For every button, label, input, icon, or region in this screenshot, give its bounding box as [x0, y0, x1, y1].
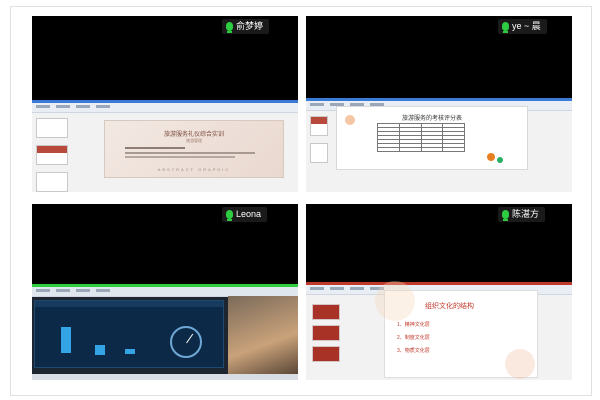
shared-screen: 组织文化的结构 1、精神文化层 2、制度文化层 3、物质文化层	[306, 281, 572, 380]
participant-tile-3[interactable]: Leona	[32, 204, 298, 380]
participant-name: ye ~ 晨	[512, 21, 541, 31]
participant-name: Leona	[236, 209, 262, 219]
slide-thumbnails	[36, 118, 68, 192]
chart-bar	[125, 349, 135, 354]
slide-item: 2、制度文化层	[397, 335, 430, 341]
microphone-icon	[226, 210, 233, 221]
dashboard-window	[34, 300, 224, 368]
microphone-icon	[502, 22, 509, 33]
participant-name-tag: 陈湛方	[498, 207, 546, 222]
decoration	[487, 153, 495, 161]
participant-name: 俞梦婷	[236, 21, 264, 31]
participant-tile-2[interactable]: ye ~ 晨 旅游服务的考核评分表	[306, 16, 572, 192]
participant-tile-1[interactable]: 俞梦婷 旅游服务礼仪综合实训 旅游管理 ABSTRACT GRAPHIC	[32, 16, 298, 192]
shared-screen	[32, 284, 298, 380]
slide-item: 1、精神文化层	[397, 322, 430, 328]
slide-thumb[interactable]	[36, 118, 68, 138]
slide-item: 3、物质文化层	[397, 348, 430, 354]
slide-canvas: 组织文化的结构 1、精神文化层 2、制度文化层 3、物质文化层	[375, 281, 538, 379]
slide-thumbnails	[312, 304, 340, 362]
slide-canvas: 旅游服务礼仪综合实训 旅游管理 ABSTRACT GRAPHIC	[104, 120, 284, 178]
chart-bar	[95, 345, 105, 355]
taskbar	[32, 374, 298, 380]
decoration	[345, 115, 355, 125]
shared-screen: 旅游服务礼仪综合实训 旅游管理 ABSTRACT GRAPHIC	[32, 100, 298, 192]
doc-title: 旅游服务的考核评分表	[401, 116, 462, 122]
document-page: 旅游服务的考核评分表	[336, 106, 528, 170]
participant-name-tag: ye ~ 晨	[498, 19, 547, 34]
participant-name: 陈湛方	[512, 209, 540, 219]
page-thumb[interactable]	[310, 116, 328, 136]
slide-title: 组织文化的结构	[425, 303, 474, 310]
page-thumbnails	[310, 116, 328, 163]
page-thumb[interactable]	[310, 143, 328, 163]
microphone-icon	[502, 210, 509, 221]
slide-subtitle: 旅游管理	[186, 138, 202, 143]
slide-title: 旅游服务礼仪综合实训	[163, 132, 224, 138]
chart-bar	[61, 327, 71, 353]
microphone-icon	[226, 22, 233, 33]
shared-screen: 旅游服务的考核评分表	[306, 98, 572, 192]
slide-thumb[interactable]	[36, 172, 68, 192]
slide-thumb[interactable]	[312, 304, 340, 320]
participant-name-tag: 俞梦婷	[222, 19, 270, 34]
participant-tile-4[interactable]: 陈湛方 组织文化的结构 1、精神文化层 2、制度文化层 3、物质文化层	[306, 204, 572, 380]
slide-thumb[interactable]	[312, 346, 340, 362]
slide-thumb[interactable]	[312, 325, 340, 341]
score-table	[377, 123, 465, 152]
slide-thumb[interactable]	[36, 145, 68, 165]
participant-name-tag: Leona	[222, 207, 268, 222]
decoration	[497, 157, 503, 163]
desktop-wallpaper	[228, 296, 298, 374]
gauge-dial	[170, 326, 202, 358]
app-toolbar	[32, 100, 298, 113]
slide-footer: ABSTRACT GRAPHIC	[157, 167, 231, 172]
